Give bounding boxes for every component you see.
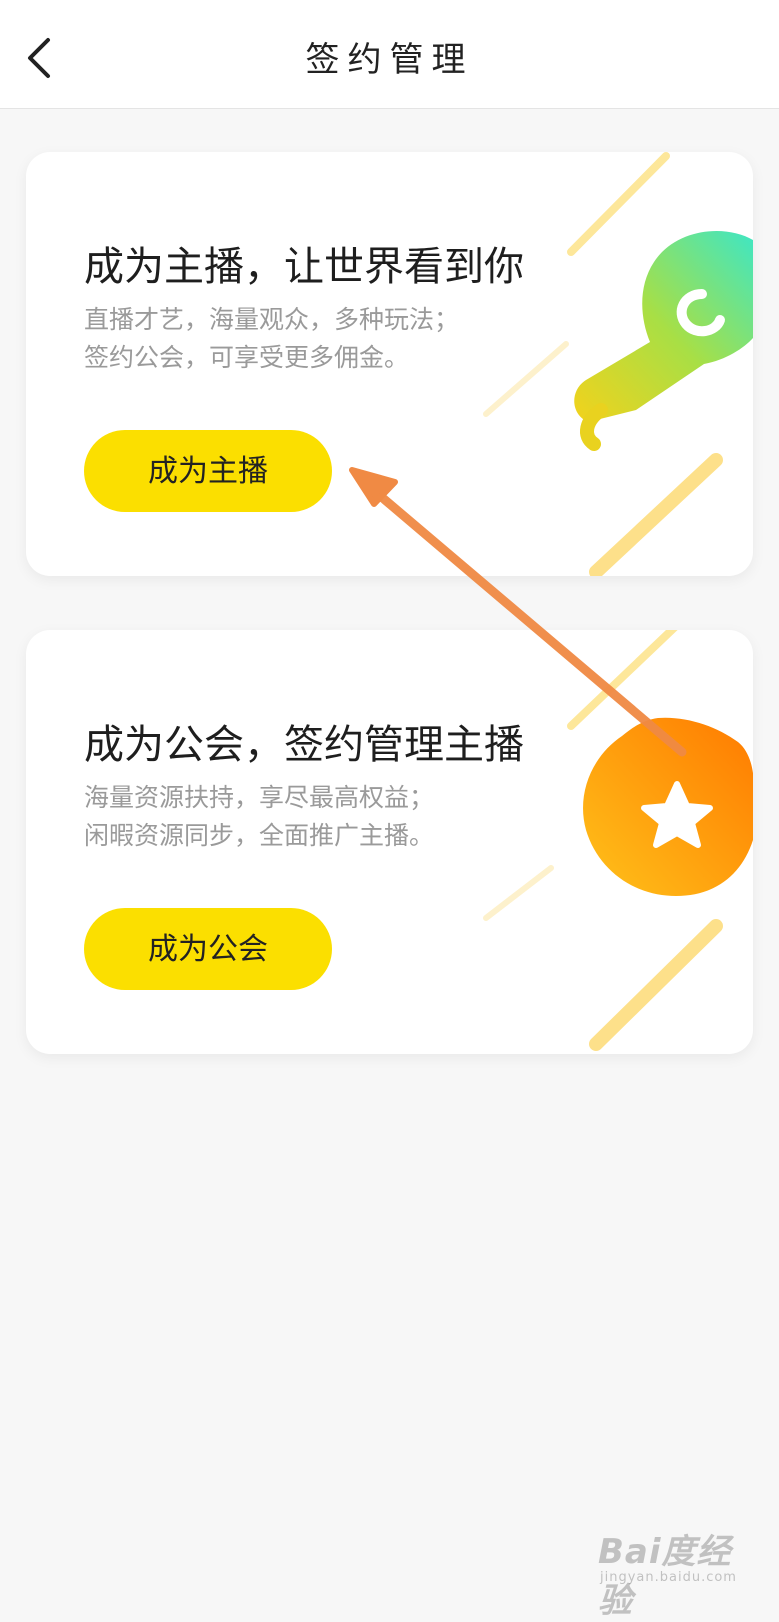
card-headline: 成为公会，签约管理主播 [84,722,524,768]
card-description-line: 海量资源扶持，享尽最高权益； [84,783,435,812]
become-anchor-button[interactable]: 成为主播 [84,430,332,512]
top-nav-bar: 签约管理 [0,0,779,109]
anchor-card: 成为主播，让世界看到你 直播才艺，海量观众，多种玩法； 签约公会，可享受更多佣金… [26,152,753,576]
card-headline: 成为主播，让世界看到你 [84,244,524,290]
card-description-line: 闲暇资源同步，全面推广主播。 [84,821,435,850]
become-guild-button[interactable]: 成为公会 [84,908,332,990]
watermark-url: jingyan.baidu.com [600,1570,737,1585]
watermark: Bai度经验 jingyan.baidu.com [592,1524,762,1621]
card-description-line: 直播才艺，海量观众，多种玩法； [84,305,460,334]
microphone-icon [574,230,753,451]
card-description-line: 签约公会，可享受更多佣金。 [84,343,410,372]
guild-card: 成为公会，签约管理主播 海量资源扶持，享尽最高权益； 闲暇资源同步，全面推广主播… [26,630,753,1054]
star-badge-icon [583,717,753,896]
page-title: 签约管理 [305,40,474,80]
